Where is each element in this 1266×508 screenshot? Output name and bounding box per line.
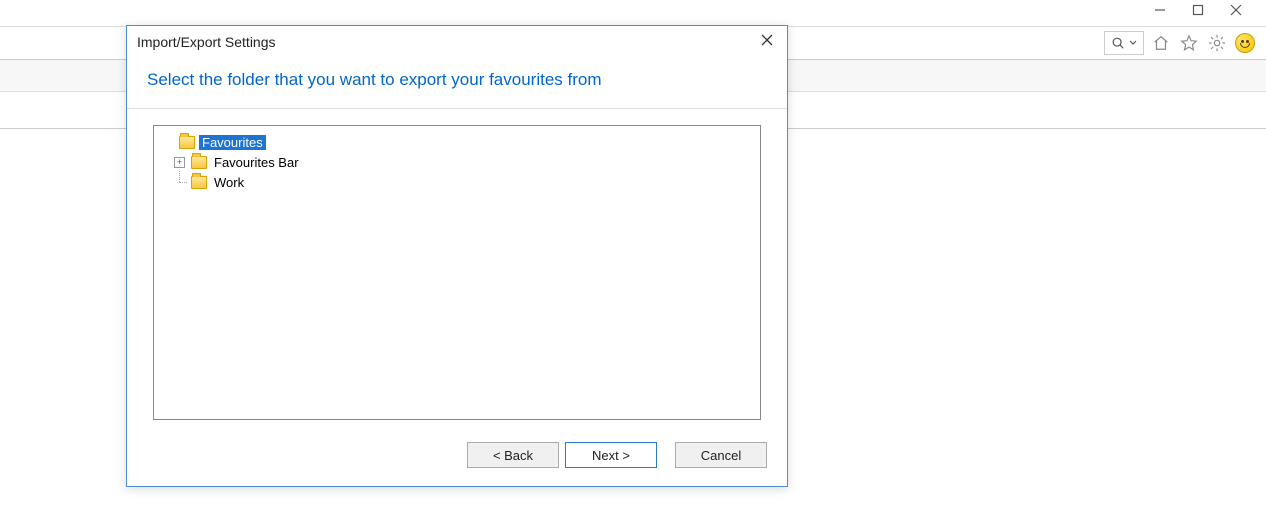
window-controls bbox=[1150, 0, 1266, 20]
tree-item-label: Favourites Bar bbox=[211, 155, 302, 170]
tree-spacer bbox=[162, 137, 173, 148]
smiley-icon bbox=[1235, 33, 1255, 53]
nav-button-group: < Back Next > bbox=[467, 442, 657, 468]
maximize-button[interactable] bbox=[1188, 0, 1208, 20]
dialog-title: Import/Export Settings bbox=[137, 34, 276, 50]
tree-item-label: Favourites bbox=[199, 135, 266, 150]
tree-connector bbox=[174, 177, 185, 188]
dialog-heading: Select the folder that you want to expor… bbox=[127, 58, 787, 108]
home-icon[interactable] bbox=[1150, 32, 1172, 54]
close-window-button[interactable] bbox=[1226, 0, 1246, 20]
favourites-icon[interactable] bbox=[1178, 32, 1200, 54]
back-button[interactable]: < Back bbox=[467, 442, 559, 468]
next-button[interactable]: Next > bbox=[565, 442, 657, 468]
folder-tree[interactable]: Favourites + Favourites Bar bbox=[153, 125, 761, 420]
search-icon bbox=[1111, 36, 1125, 50]
expand-button[interactable]: + bbox=[174, 157, 185, 168]
folder-icon bbox=[191, 176, 207, 189]
minimize-button[interactable] bbox=[1150, 0, 1170, 20]
search-box[interactable] bbox=[1104, 31, 1144, 55]
dropdown-icon bbox=[1129, 39, 1137, 47]
tree-item-favourites[interactable]: Favourites bbox=[158, 132, 756, 152]
import-export-dialog: Import/Export Settings Select the folder… bbox=[126, 25, 788, 487]
folder-icon bbox=[179, 136, 195, 149]
folder-icon bbox=[191, 156, 207, 169]
tree-item-work[interactable]: Work bbox=[174, 172, 756, 192]
settings-icon[interactable] bbox=[1206, 32, 1228, 54]
dialog-body: Favourites + Favourites Bar bbox=[127, 109, 787, 428]
close-dialog-button[interactable] bbox=[757, 33, 777, 51]
feedback-icon[interactable] bbox=[1234, 32, 1256, 54]
cancel-button[interactable]: Cancel bbox=[675, 442, 767, 468]
tree-item-label: Work bbox=[211, 175, 247, 190]
dialog-footer: < Back Next > Cancel bbox=[127, 428, 787, 486]
dialog-titlebar: Import/Export Settings bbox=[127, 26, 787, 58]
tree-item-favourites-bar[interactable]: + Favourites Bar bbox=[174, 152, 756, 172]
